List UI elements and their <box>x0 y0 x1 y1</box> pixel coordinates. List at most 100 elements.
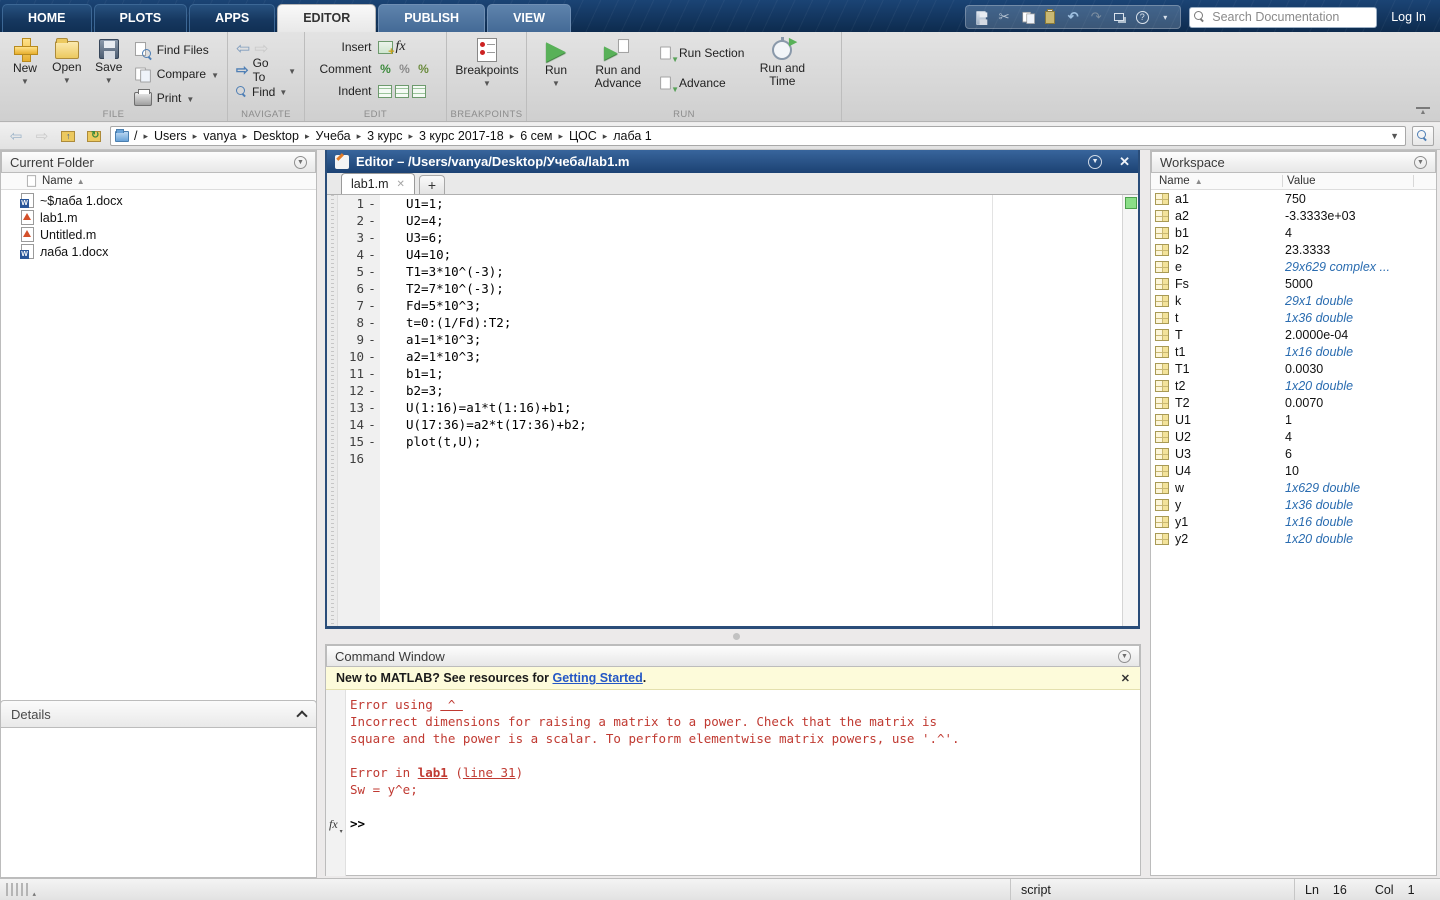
breakpoints-button[interactable]: Breakpoints▼ <box>453 36 521 104</box>
editor-body[interactable]: 1-U1=1;2-U2=4;3-U3=6;4-U4=10;5-T1=3*10^(… <box>327 195 1138 626</box>
paste-icon[interactable] <box>1043 10 1057 24</box>
print-button[interactable]: Print▼ <box>134 86 219 110</box>
workspace-variable-row[interactable]: U11 <box>1151 411 1436 428</box>
workspace-column-header[interactable]: Name▲ Value <box>1151 173 1436 190</box>
tab-close-icon[interactable]: ✕ <box>397 179 405 190</box>
code-area[interactable]: 1-U1=1;2-U2=4;3-U3=6;4-U4=10;5-T1=3*10^(… <box>338 195 1122 626</box>
history-back-icon[interactable]: ⇦ <box>6 127 26 145</box>
login-button[interactable]: Log In <box>1385 10 1432 24</box>
breadcrumb-segment[interactable]: Учеба <box>315 129 350 143</box>
workspace-variable-row[interactable]: b223.3333 <box>1151 241 1436 258</box>
file-list-item[interactable]: Wлаба 1.docx <box>1 243 316 260</box>
insert-function-icon[interactable]: fx <box>396 39 406 55</box>
advance-button[interactable]: Advance <box>659 72 744 94</box>
editor-grip-strip[interactable] <box>327 195 338 626</box>
workspace-variable-row[interactable]: w1x629 double <box>1151 479 1436 496</box>
save-icon[interactable] <box>974 10 988 24</box>
editor-titlebar[interactable]: Editor – /Users/vanya/Desktop/Учеба/lab1… <box>327 150 1138 173</box>
tab-plots[interactable]: PLOTS <box>94 4 188 32</box>
find-button[interactable]: Find▼ <box>236 81 296 102</box>
forward-icon[interactable]: ⇨ <box>254 41 268 57</box>
breadcrumb-segment[interactable]: лаба 1 <box>613 129 652 143</box>
browse-folder-icon[interactable]: ↻ <box>84 127 104 145</box>
indent-right-icon[interactable] <box>395 85 409 98</box>
error-link[interactable]: lab1 <box>418 765 448 780</box>
command-window-header[interactable]: Command Window ▼ <box>326 645 1140 667</box>
getting-started-link[interactable]: Getting Started <box>552 671 642 685</box>
editor-menu-icon[interactable]: ▼ <box>1088 155 1102 169</box>
collapse-ribbon-button[interactable]: ▲ <box>1416 107 1430 117</box>
breadcrumb-segment[interactable]: Users <box>154 129 187 143</box>
details-panel[interactable]: Details <box>0 700 317 728</box>
tab-editor[interactable]: EDITOR <box>277 4 376 32</box>
code-analyzer-ok-indicator[interactable] <box>1125 197 1137 209</box>
workspace-variable-row[interactable]: U410 <box>1151 462 1436 479</box>
run-button[interactable]: ▶ Run▼ <box>533 36 579 104</box>
insert-icon[interactable] <box>378 41 393 54</box>
breadcrumb-segment[interactable]: 6 сем <box>520 129 552 143</box>
tab-apps[interactable]: APPS <box>189 4 275 32</box>
run-and-time-button[interactable]: Run and Time <box>754 36 810 104</box>
function-hints-icon[interactable]: fx <box>329 817 338 832</box>
back-icon[interactable]: ⇦ <box>236 41 250 57</box>
switch-window-icon[interactable] <box>1112 10 1126 24</box>
file-tab-lab1[interactable]: lab1.m ✕ <box>341 173 415 194</box>
workspace-variable-row[interactable]: a2-3.3333e+03 <box>1151 207 1436 224</box>
current-folder-menu-icon[interactable]: ▼ <box>294 156 307 169</box>
workspace-variable-row[interactable]: y1x36 double <box>1151 496 1436 513</box>
new-button[interactable]: New▼ <box>6 36 44 104</box>
qat-dropdown-caret[interactable]: ▾ <box>1158 10 1172 24</box>
workspace-variable-row[interactable]: U36 <box>1151 445 1436 462</box>
indent-left-icon[interactable] <box>412 85 426 98</box>
find-files-button[interactable]: Find Files <box>134 38 219 62</box>
command-window-body[interactable]: fx Error using ^ Incorrect dimensions fo… <box>326 690 1140 876</box>
workspace-variable-row[interactable]: t21x20 double <box>1151 377 1436 394</box>
cut-icon[interactable]: ✂ <box>997 10 1011 24</box>
error-link[interactable]: ^ <box>440 697 463 712</box>
file-list-item[interactable]: Untitled.m <box>1 226 316 243</box>
editor-close-icon[interactable]: ✕ <box>1119 154 1130 170</box>
undo-icon[interactable]: ↶ <box>1066 10 1080 24</box>
breadcrumb-segment[interactable]: 3 курс 2017-18 <box>419 129 504 143</box>
error-link[interactable]: line 31 <box>463 765 516 780</box>
command-prompt[interactable]: >> <box>350 815 1140 832</box>
copy-icon[interactable] <box>1020 10 1034 24</box>
address-search-button[interactable] <box>1412 126 1434 146</box>
wrap-comments-icon[interactable]: % <box>416 62 432 76</box>
breadcrumb-segment[interactable]: 3 курс <box>367 129 402 143</box>
workspace-variable-row[interactable]: Fs5000 <box>1151 275 1436 292</box>
save-button[interactable]: Save▼ <box>90 36 128 104</box>
comment-icon[interactable]: % <box>378 62 394 76</box>
breadcrumb-segment[interactable]: ЦОС <box>569 129 597 143</box>
compare-button[interactable]: Compare▼ <box>134 62 219 86</box>
tab-home[interactable]: HOME <box>2 4 92 32</box>
message-indicator-bar[interactable] <box>1122 195 1138 626</box>
workspace-variable-row[interactable]: e29x629 complex ... <box>1151 258 1436 275</box>
workspace-variable-row[interactable]: t11x16 double <box>1151 343 1436 360</box>
file-list-item[interactable]: lab1.m <box>1 209 316 226</box>
workspace-variable-row[interactable]: b14 <box>1151 224 1436 241</box>
editor-command-splitter[interactable] <box>325 629 1140 644</box>
workspace-variable-row[interactable]: y11x16 double <box>1151 513 1436 530</box>
search-input[interactable] <box>1189 7 1377 28</box>
tab-view[interactable]: VIEW <box>487 4 571 32</box>
run-section-button[interactable]: Run Section <box>659 42 744 64</box>
breadcrumb-segment[interactable]: Desktop <box>253 129 299 143</box>
breadcrumb-segment[interactable]: / <box>134 129 137 143</box>
workspace-variable-row[interactable]: t1x36 double <box>1151 309 1436 326</box>
uncomment-icon[interactable]: % <box>397 62 413 76</box>
workspace-variable-row[interactable]: T2.0000e-04 <box>1151 326 1436 343</box>
workspace-variable-row[interactable]: U24 <box>1151 428 1436 445</box>
current-folder-column-header[interactable]: Name▲ <box>1 173 316 190</box>
status-grip-icon[interactable] <box>6 883 28 896</box>
workspace-variable-row[interactable]: T20.0070 <box>1151 394 1436 411</box>
smart-indent-icon[interactable] <box>378 85 392 98</box>
command-window-menu-icon[interactable]: ▼ <box>1118 650 1131 663</box>
tab-publish[interactable]: PUBLISH <box>378 4 485 32</box>
run-and-advance-button[interactable]: ▶ Run and Advance <box>587 36 649 104</box>
path-dropdown-caret[interactable]: ▼ <box>1390 131 1401 141</box>
banner-close-icon[interactable]: ✕ <box>1121 672 1130 685</box>
path-field[interactable]: /▸Users▸vanya▸Desktop▸Учеба▸3 курс▸3 кур… <box>110 126 1406 146</box>
goto-button[interactable]: ⇨ Go To▼ <box>236 59 296 81</box>
workspace-variable-row[interactable]: y21x20 double <box>1151 530 1436 547</box>
